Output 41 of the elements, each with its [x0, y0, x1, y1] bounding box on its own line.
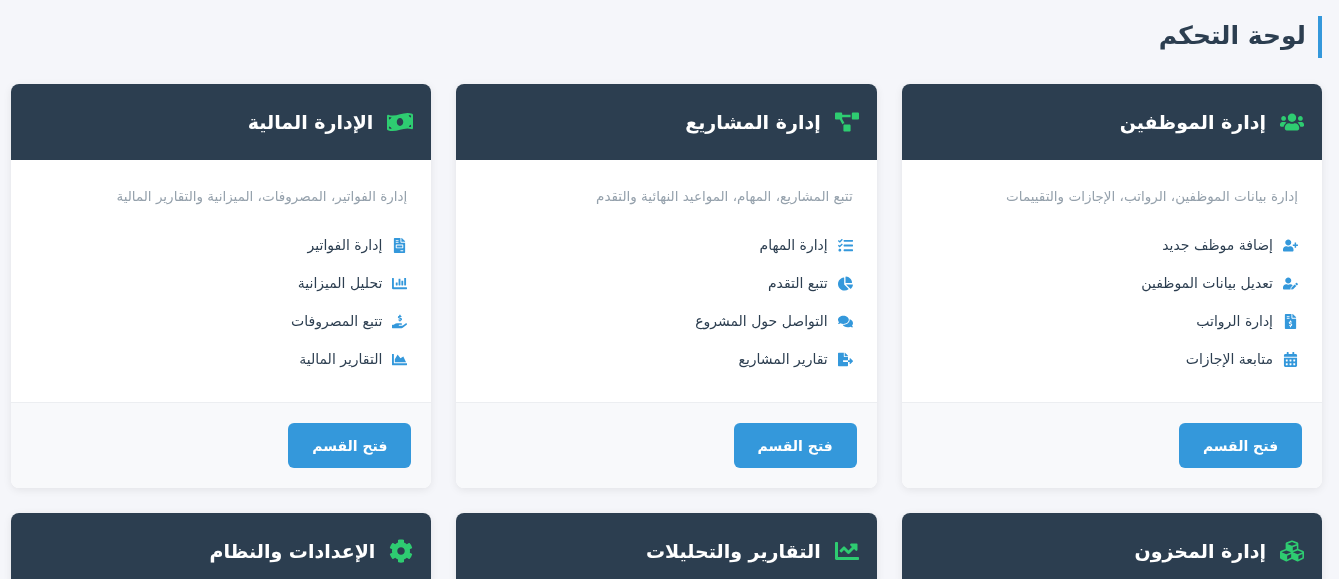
- bar-chart-icon: [392, 275, 408, 291]
- gear-icon: [389, 539, 414, 563]
- line-chart-icon: [834, 539, 859, 563]
- open-section-button[interactable]: فتح القسم: [733, 423, 857, 468]
- card-title: الإعدادات والنظام: [209, 540, 376, 562]
- area-chart-icon: [392, 351, 408, 367]
- feature-item: إدارة الفواتير: [307, 237, 383, 253]
- feature-item: تقارير المشاريع: [738, 351, 828, 367]
- feature-item: تتبع التقدم: [767, 275, 828, 291]
- feature-item: تعديل بيانات الموظفين: [1141, 275, 1273, 291]
- feature-item: متابعة الإجازات: [1185, 351, 1273, 367]
- card-description: تتبع المشاريع، المهام، المواعيد النهائية والتقدم: [595, 188, 853, 204]
- task-list-icon: [837, 237, 853, 253]
- document-icon: [392, 237, 408, 253]
- dollar-file-icon: [1283, 313, 1298, 329]
- user-plus-icon: [1283, 237, 1298, 253]
- open-section-button[interactable]: فتح القسم: [288, 423, 412, 468]
- feature-item: تحليل الميزانية: [297, 275, 383, 291]
- pie-chart-icon: [837, 275, 853, 291]
- card-title: إدارة الموظفين: [1119, 111, 1266, 133]
- card-description: إدارة بيانات الموظفين، الرواتب، الإجازات والتقييمات: [1005, 188, 1298, 204]
- hand-coin-icon: [392, 313, 408, 329]
- card-title: إدارة المشاريع: [685, 111, 821, 133]
- user-edit-icon: [1283, 275, 1298, 291]
- chat-icon: [837, 313, 853, 329]
- open-section-button[interactable]: فتح القسم: [1179, 423, 1302, 468]
- calendar-icon: [1283, 351, 1298, 367]
- card-description: إدارة الفواتير، المصروفات، الميزانية والتقارير المالية: [115, 188, 408, 204]
- card-title: الإدارة المالية: [247, 111, 374, 133]
- feature-item: تتبع المصروفات: [291, 313, 383, 329]
- diagram-icon: [834, 110, 859, 134]
- feature-item: إضافة موظف جديد: [1162, 237, 1273, 253]
- feature-item: التقارير المالية: [299, 351, 383, 367]
- feature-item: إدارة الرواتب: [1196, 313, 1273, 329]
- file-export-icon: [837, 351, 853, 367]
- page-title: لوحة التحكم: [1158, 16, 1322, 58]
- cubes-icon: [1280, 539, 1304, 563]
- feature-item: التواصل حول المشروع: [695, 313, 828, 329]
- feature-item: إدارة المهام: [759, 237, 828, 253]
- card-title: إدارة المخزون: [1134, 540, 1266, 562]
- card-title: التقارير والتحليلات: [646, 540, 821, 562]
